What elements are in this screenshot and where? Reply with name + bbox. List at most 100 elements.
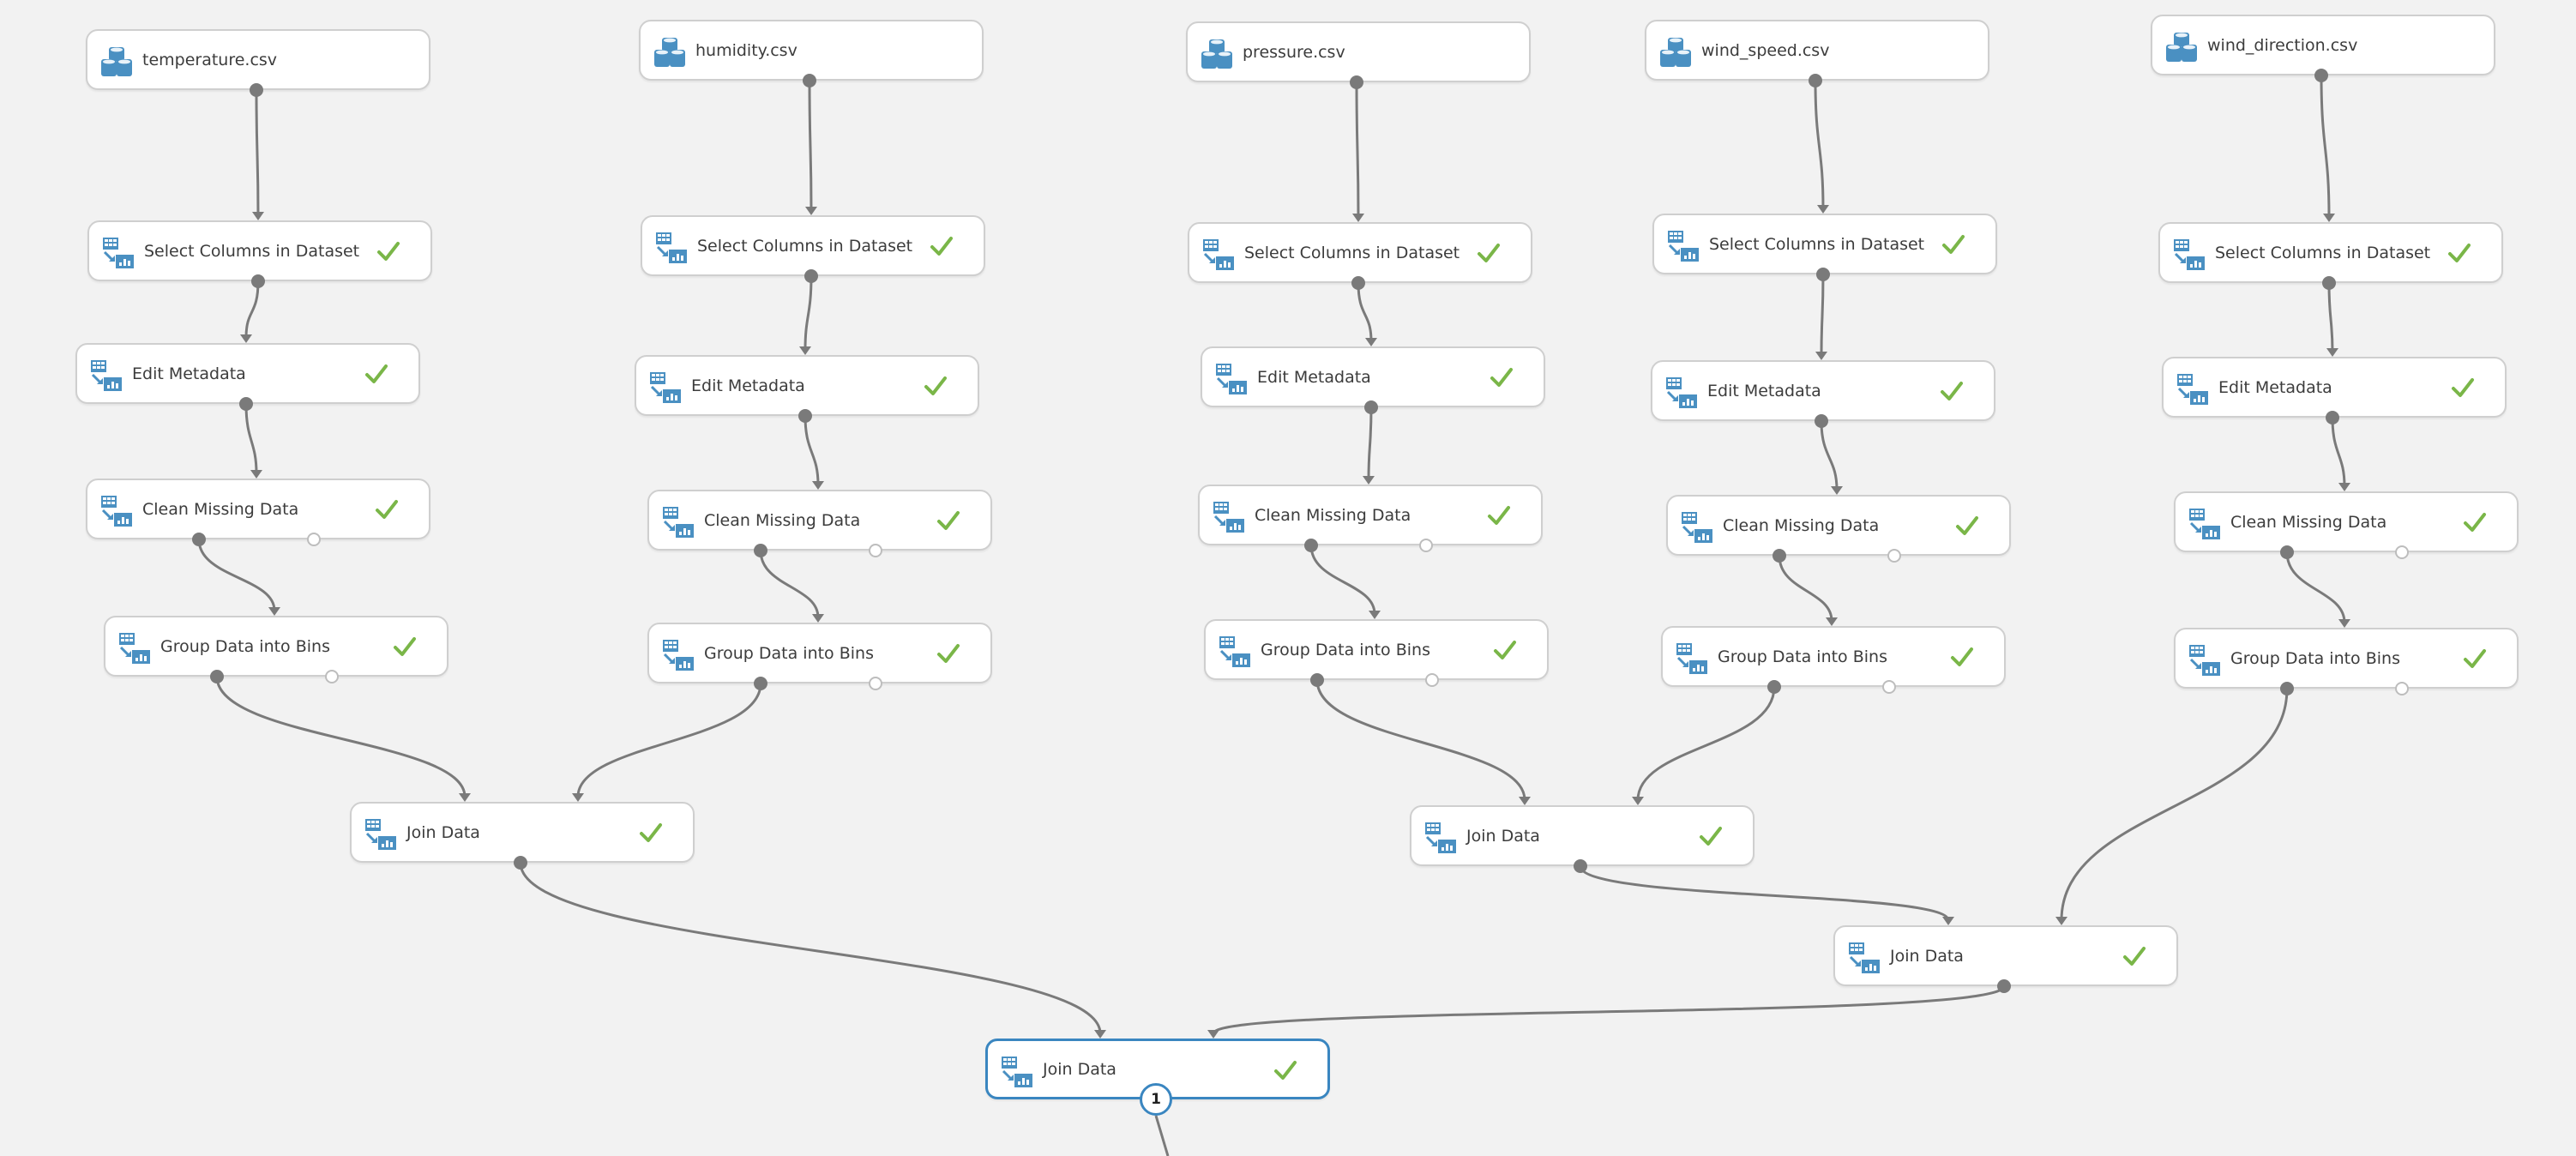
module-icon	[101, 236, 135, 270]
connection-line[interactable]	[1636, 686, 1776, 801]
output-port[interactable]	[2280, 545, 2294, 559]
output-port[interactable]	[2326, 411, 2339, 424]
connection-line[interactable]	[1154, 1115, 1170, 1156]
module-node-clean2[interactable]: Clean Missing Data	[647, 490, 992, 551]
connection-line[interactable]	[2331, 417, 2346, 487]
module-node-pressure[interactable]: pressure.csv	[1186, 21, 1531, 82]
connection-line[interactable]	[576, 683, 762, 798]
output-port[interactable]	[192, 533, 206, 546]
output-port[interactable]	[239, 397, 253, 411]
connection-line[interactable]	[803, 415, 820, 485]
secondary-output-port[interactable]	[2395, 682, 2409, 695]
module-node-sel2[interactable]: Select Columns in Dataset	[641, 215, 985, 276]
module-node-meta4[interactable]: Edit Metadata	[1651, 360, 1995, 421]
experiment-canvas[interactable]: temperature.csv humidity.csv pressure.cs…	[0, 0, 2576, 1156]
module-node-bins3[interactable]: Group Data into Bins	[1204, 619, 1549, 680]
connection-line[interactable]	[1309, 545, 1376, 615]
connection-line[interactable]	[1820, 420, 1839, 491]
output-port[interactable]	[803, 74, 816, 87]
output-port[interactable]	[754, 544, 767, 557]
module-node-bins5[interactable]: Group Data into Bins	[2174, 628, 2519, 689]
output-port[interactable]	[1767, 680, 1781, 694]
module-node-meta5[interactable]: Edit Metadata	[2162, 357, 2507, 418]
module-node-clean4[interactable]: Clean Missing Data	[1666, 495, 2011, 556]
output-port[interactable]	[1364, 400, 1378, 414]
output-port[interactable]	[1310, 673, 1324, 687]
output-port[interactable]	[798, 409, 812, 423]
module-node-sel3[interactable]: Select Columns in Dataset	[1188, 222, 1532, 283]
connections-layer	[197, 75, 2350, 1156]
secondary-output-port[interactable]	[1887, 549, 1901, 563]
output-port-badge[interactable]: 1	[1140, 1083, 1172, 1116]
module-node-humidity[interactable]: humidity.csv	[639, 20, 984, 81]
secondary-output-port[interactable]	[2395, 545, 2409, 559]
output-port[interactable]	[1809, 74, 1822, 87]
connection-line[interactable]	[244, 403, 258, 474]
output-port[interactable]	[2314, 69, 2328, 82]
module-node-meta3[interactable]: Edit Metadata	[1201, 346, 1545, 407]
connection-line[interactable]	[759, 550, 820, 618]
output-port[interactable]	[251, 274, 265, 288]
connection-line[interactable]	[1212, 985, 2006, 1035]
module-node-temperature[interactable]: temperature.csv	[86, 29, 430, 90]
connection-line[interactable]	[1820, 274, 1825, 356]
module-node-sel1[interactable]: Select Columns in Dataset	[87, 220, 432, 281]
secondary-output-port[interactable]	[1419, 539, 1433, 552]
connection-line[interactable]	[803, 275, 813, 351]
secondary-output-port[interactable]	[869, 544, 882, 557]
output-port[interactable]	[1815, 414, 1828, 428]
output-port[interactable]	[210, 670, 224, 683]
output-port[interactable]	[250, 83, 263, 97]
module-node-join2[interactable]: Join Data	[1410, 805, 1754, 866]
connection-line[interactable]	[1579, 865, 1950, 921]
output-port[interactable]	[514, 856, 527, 870]
module-node-meta1[interactable]: Edit Metadata	[75, 343, 420, 404]
output-port[interactable]	[804, 269, 818, 283]
connection-line[interactable]	[1357, 282, 1373, 342]
module-node-clean3[interactable]: Clean Missing Data	[1198, 485, 1543, 545]
connection-line[interactable]	[2060, 688, 2289, 921]
connection-line[interactable]	[519, 862, 1102, 1034]
module-node-bins4[interactable]: Group Data into Bins	[1661, 626, 2006, 687]
connection-arrow-icon	[1519, 797, 1531, 805]
connection-line[interactable]	[1315, 679, 1526, 801]
connection-line[interactable]	[2320, 75, 2331, 218]
output-port[interactable]	[1574, 859, 1587, 873]
connection-line[interactable]	[197, 539, 276, 611]
module-node-wind-direction[interactable]: wind_direction.csv	[2151, 15, 2495, 75]
module-node-join1[interactable]: Join Data	[350, 802, 695, 863]
module-node-clean1[interactable]: Clean Missing Data	[86, 479, 430, 539]
output-port[interactable]	[2322, 276, 2336, 290]
output-port[interactable]	[1351, 276, 1365, 290]
connection-line[interactable]	[1814, 80, 1825, 209]
connection-line[interactable]	[1355, 81, 1360, 218]
module-node-bins2[interactable]: Group Data into Bins	[647, 623, 992, 683]
output-port[interactable]	[2280, 682, 2294, 695]
module-node-sel5[interactable]: Select Columns in Dataset	[2158, 222, 2503, 283]
connection-line[interactable]	[244, 280, 260, 339]
secondary-output-port[interactable]	[869, 677, 882, 690]
connection-line[interactable]	[808, 80, 813, 211]
secondary-output-port[interactable]	[307, 533, 321, 546]
output-port[interactable]	[754, 677, 767, 690]
output-port[interactable]	[1350, 75, 1363, 89]
output-port[interactable]	[1773, 549, 1786, 563]
module-node-bins1[interactable]: Group Data into Bins	[104, 616, 448, 677]
connection-line[interactable]	[255, 89, 260, 216]
secondary-output-port[interactable]	[1425, 673, 1439, 687]
output-port[interactable]	[1997, 979, 2011, 993]
module-node-meta2[interactable]: Edit Metadata	[635, 355, 979, 416]
output-port[interactable]	[1304, 539, 1318, 552]
secondary-output-port[interactable]	[325, 670, 339, 683]
connection-line[interactable]	[1778, 555, 1833, 622]
module-node-sel4[interactable]: Select Columns in Dataset	[1652, 214, 1997, 274]
module-node-wind-speed[interactable]: wind_speed.csv	[1645, 20, 1989, 81]
connection-line[interactable]	[215, 676, 466, 798]
connection-line[interactable]	[2285, 551, 2346, 623]
output-port[interactable]	[1816, 268, 1830, 281]
module-node-join3[interactable]: Join Data	[1833, 925, 2178, 986]
module-node-clean5[interactable]: Clean Missing Data	[2174, 491, 2519, 552]
connection-line[interactable]	[1367, 406, 1373, 480]
connection-line[interactable]	[2327, 282, 2334, 352]
secondary-output-port[interactable]	[1882, 680, 1896, 694]
